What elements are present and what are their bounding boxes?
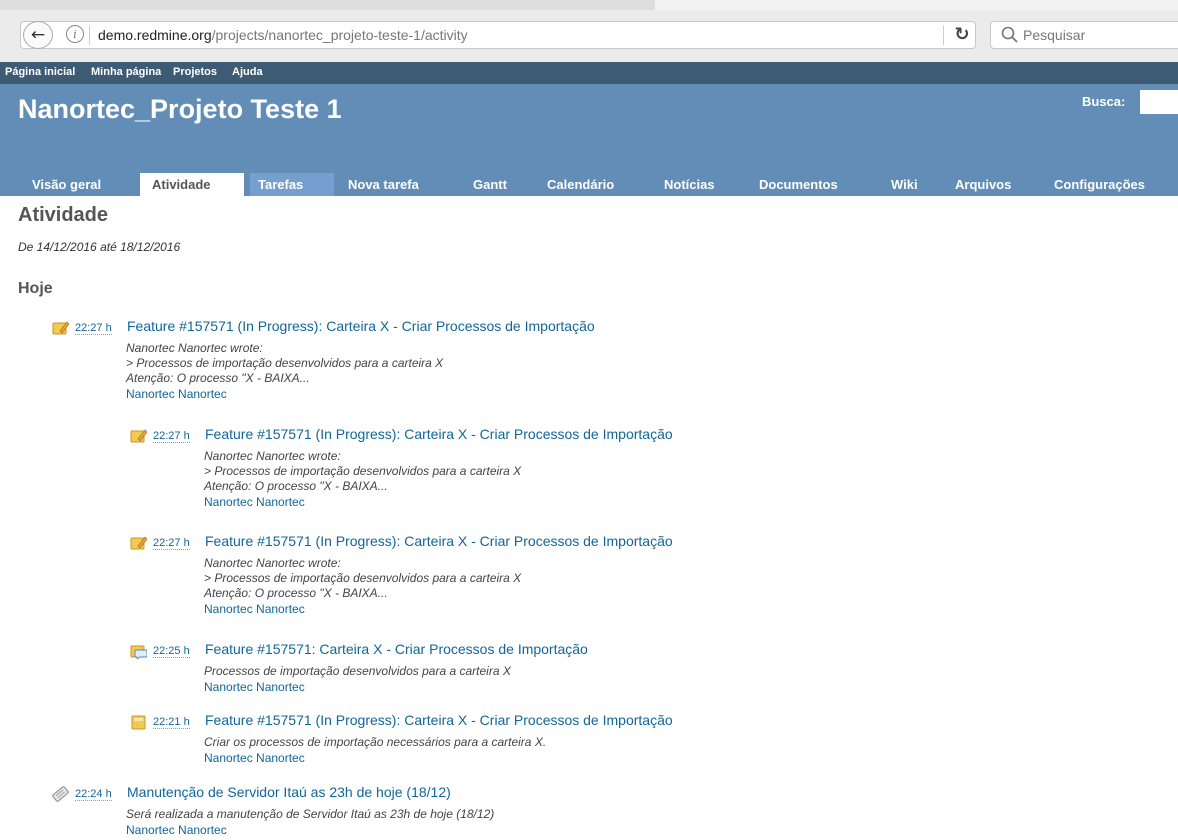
entry-author-link[interactable]: Nanortec Nanortec: [204, 495, 305, 509]
entry-time[interactable]: 22:24 h: [75, 788, 112, 801]
entry-author-link[interactable]: Nanortec Nanortec: [126, 387, 227, 401]
entry-description: Processos de importação desenvolvidos pa…: [204, 664, 511, 678]
main-content: Atividade De 14/12/2016 até 18/12/2016 H…: [0, 196, 1178, 840]
url-domain: demo.redmine.org: [98, 27, 212, 43]
browser-tab-strip: [0, 0, 1178, 10]
entry-time[interactable]: 22:25 h: [153, 645, 190, 658]
entry-description: Nanortec Nanortec wrote:: [204, 556, 341, 570]
entry-description: > Processos de importação desenvolvidos …: [204, 571, 522, 585]
issue-note-icon: [52, 321, 69, 335]
entry-time[interactable]: 22:27 h: [153, 430, 190, 443]
issue-edit-icon: [130, 645, 147, 659]
search-placeholder: Pesquisar: [1023, 27, 1086, 43]
entry-title-link[interactable]: Feature #157571 (In Progress): Carteira …: [205, 426, 673, 442]
page-title: Atividade: [18, 204, 109, 226]
project-title: Nanortec_Projeto Teste 1: [18, 94, 342, 124]
tab-wiki[interactable]: Wiki: [891, 173, 931, 196]
project-search-input[interactable]: [1140, 90, 1178, 114]
tab-issues[interactable]: Tarefas: [250, 173, 334, 196]
search-icon: [1001, 26, 1018, 43]
entry-author-link[interactable]: Nanortec Nanortec: [204, 751, 305, 765]
entry-author-link[interactable]: Nanortec Nanortec: [204, 602, 305, 616]
entry-time[interactable]: 22:27 h: [153, 537, 190, 550]
top-menu-projects[interactable]: Projetos: [173, 66, 217, 78]
date-range: De 14/12/2016 até 18/12/2016: [18, 240, 181, 254]
entry-author-link[interactable]: Nanortec Nanortec: [204, 680, 305, 694]
tab-settings[interactable]: Configurações: [1054, 173, 1178, 196]
entry-time[interactable]: 22:27 h: [75, 322, 112, 335]
entry-description: Nanortec Nanortec wrote:: [204, 449, 341, 463]
entry-title-link[interactable]: Feature #157571 (In Progress): Carteira …: [205, 533, 673, 549]
entry-description: Criar os processos de importação necessá…: [204, 735, 547, 749]
entry-title-link[interactable]: Feature #157571 (In Progress): Carteira …: [127, 318, 595, 334]
entry-author-link[interactable]: Nanortec Nanortec: [126, 823, 227, 837]
tab-news[interactable]: Notícias: [664, 173, 744, 196]
top-menu-my-page[interactable]: Minha página: [91, 66, 161, 78]
day-heading: Hoje: [18, 280, 53, 297]
back-arrow-icon[interactable]: ←: [23, 21, 53, 49]
top-menu-home[interactable]: Página inicial: [5, 66, 75, 78]
entry-description: Atenção: O processo "X - BAIXA...: [204, 586, 388, 600]
url-path: /projects/nanortec_projeto-teste-1/activ…: [211, 27, 468, 43]
issue-new-icon: [131, 715, 146, 730]
top-menu: Página inicial Minha página Projetos Aju…: [0, 62, 1178, 84]
entry-title-link[interactable]: Manutenção de Servidor Itaú as 23h de ho…: [127, 784, 451, 800]
reload-icon[interactable]: ↻: [951, 24, 973, 46]
url-divider: [89, 25, 90, 45]
project-header: Nanortec_Projeto Teste 1 Busca: Visão ge…: [0, 84, 1178, 196]
info-icon[interactable]: i: [66, 25, 84, 43]
tab-overview[interactable]: Visão geral: [18, 173, 128, 196]
issue-note-icon: [130, 536, 147, 550]
entry-description: Atenção: O processo "X - BAIXA...: [126, 371, 310, 385]
entry-description: > Processos de importação desenvolvidos …: [204, 464, 522, 478]
entry-time[interactable]: 22:21 h: [153, 716, 190, 729]
entry-description: > Processos de importação desenvolvidos …: [126, 356, 444, 370]
reload-divider: [943, 25, 944, 45]
entry-title-link[interactable]: Feature #157571: Carteira X - Criar Proc…: [205, 641, 588, 657]
url-text[interactable]: demo.redmine.org/projects/nanortec_proje…: [98, 27, 468, 43]
tab-calendar[interactable]: Calendário: [547, 173, 647, 196]
search-label: Busca:: [1082, 94, 1126, 109]
entry-title-link[interactable]: Feature #157571 (In Progress): Carteira …: [205, 712, 673, 728]
issue-note-icon: [130, 429, 147, 443]
top-menu-help[interactable]: Ajuda: [232, 66, 263, 78]
tab-gantt[interactable]: Gantt: [473, 173, 533, 196]
tab-documents[interactable]: Documentos: [759, 173, 869, 196]
entry-description: Atenção: O processo "X - BAIXA...: [204, 479, 388, 493]
tab-files[interactable]: Arquivos: [955, 173, 1035, 196]
tab-activity[interactable]: Atividade: [140, 173, 244, 196]
news-icon: [52, 786, 69, 802]
entry-description: Será realizada a manutenção de Servidor …: [126, 807, 495, 821]
entry-description: Nanortec Nanortec wrote:: [126, 341, 263, 355]
tab-new-issue[interactable]: Nova tarefa: [348, 173, 448, 196]
